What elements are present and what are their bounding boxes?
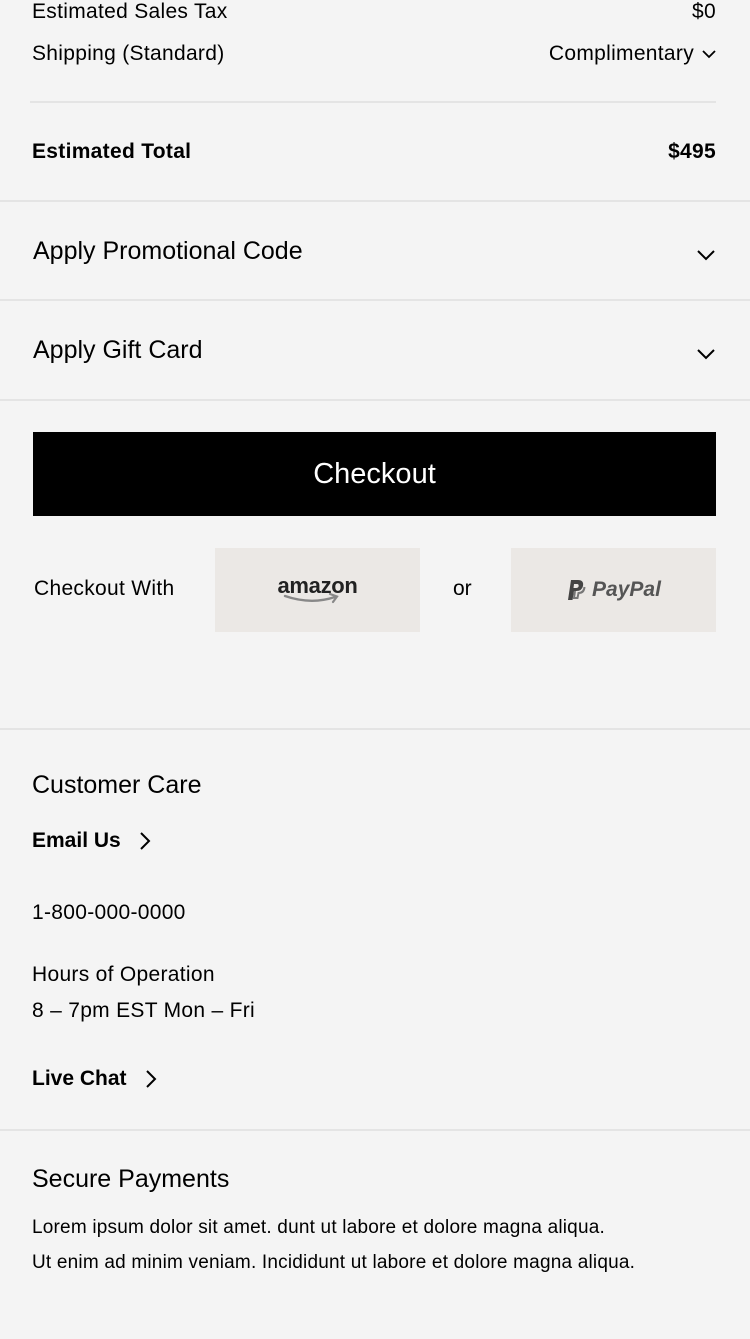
section-divider — [0, 1129, 750, 1131]
section-divider — [0, 299, 750, 301]
gift-card-label: Apply Gift Card — [33, 335, 203, 364]
total-row: Estimated Total $495 — [32, 138, 716, 166]
gift-card-accordion[interactable]: Apply Gift Card — [33, 329, 716, 371]
checkout-with-label: Checkout With — [34, 577, 175, 600]
chevron-right-icon — [140, 832, 151, 850]
sales-tax-label: Estimated Sales Tax — [32, 0, 228, 23]
paypal-button[interactable]: PayPal — [511, 548, 716, 632]
chevron-down-icon — [697, 349, 715, 360]
secure-payments-title: Secure Payments — [32, 1165, 230, 1193]
email-us-label: Email Us — [32, 829, 121, 852]
chevron-down-icon — [697, 250, 715, 261]
secure-payments-text: Lorem ipsum dolor sit amet. dunt ut labo… — [32, 1210, 732, 1280]
paypal-wordmark: PayPal — [592, 578, 661, 601]
shipping-row: Shipping (Standard) Complimentary — [32, 40, 716, 68]
amazon-pay-button[interactable]: amazon — [215, 548, 420, 632]
checkout-button[interactable]: Checkout — [33, 432, 716, 516]
sales-tax-row: Estimated Sales Tax $0 — [32, 0, 716, 26]
promo-code-accordion[interactable]: Apply Promotional Code — [33, 230, 716, 272]
chevron-right-icon — [145, 1070, 156, 1088]
live-chat-link[interactable]: Live Chat — [32, 1067, 157, 1091]
hours-value: 8 – 7pm EST Mon – Fri — [32, 999, 255, 1022]
section-divider — [0, 728, 750, 730]
chevron-down-icon — [702, 50, 716, 59]
shipping-method-select[interactable]: Complimentary — [549, 42, 716, 66]
sales-tax-value: $0 — [692, 0, 716, 23]
or-label: or — [453, 577, 472, 600]
shipping-label: Shipping (Standard) — [32, 42, 225, 65]
paypal-logo: PayPal — [566, 578, 661, 602]
email-us-link[interactable]: Email Us — [32, 829, 151, 853]
section-divider — [0, 200, 750, 202]
secure-payments-line: Lorem ipsum dolor sit amet. dunt ut labo… — [32, 1217, 605, 1238]
shipping-value: Complimentary — [548, 42, 694, 65]
phone-number[interactable]: 1-800-000-0000 — [32, 901, 186, 925]
total-label: Estimated Total — [32, 140, 192, 163]
total-value: $495 — [668, 140, 716, 163]
summary-divider — [30, 101, 716, 103]
live-chat-label: Live Chat — [32, 1067, 127, 1090]
amazon-logo: amazon — [277, 573, 358, 607]
amazon-smile-icon — [284, 593, 340, 604]
secure-payments-line: Ut enim ad minim veniam. Incididunt ut l… — [32, 1252, 636, 1273]
paypal-icon — [568, 580, 586, 600]
hours-label: Hours of Operation — [32, 963, 215, 986]
customer-care-title: Customer Care — [32, 771, 202, 799]
section-divider — [0, 399, 750, 401]
promo-code-label: Apply Promotional Code — [33, 236, 303, 265]
